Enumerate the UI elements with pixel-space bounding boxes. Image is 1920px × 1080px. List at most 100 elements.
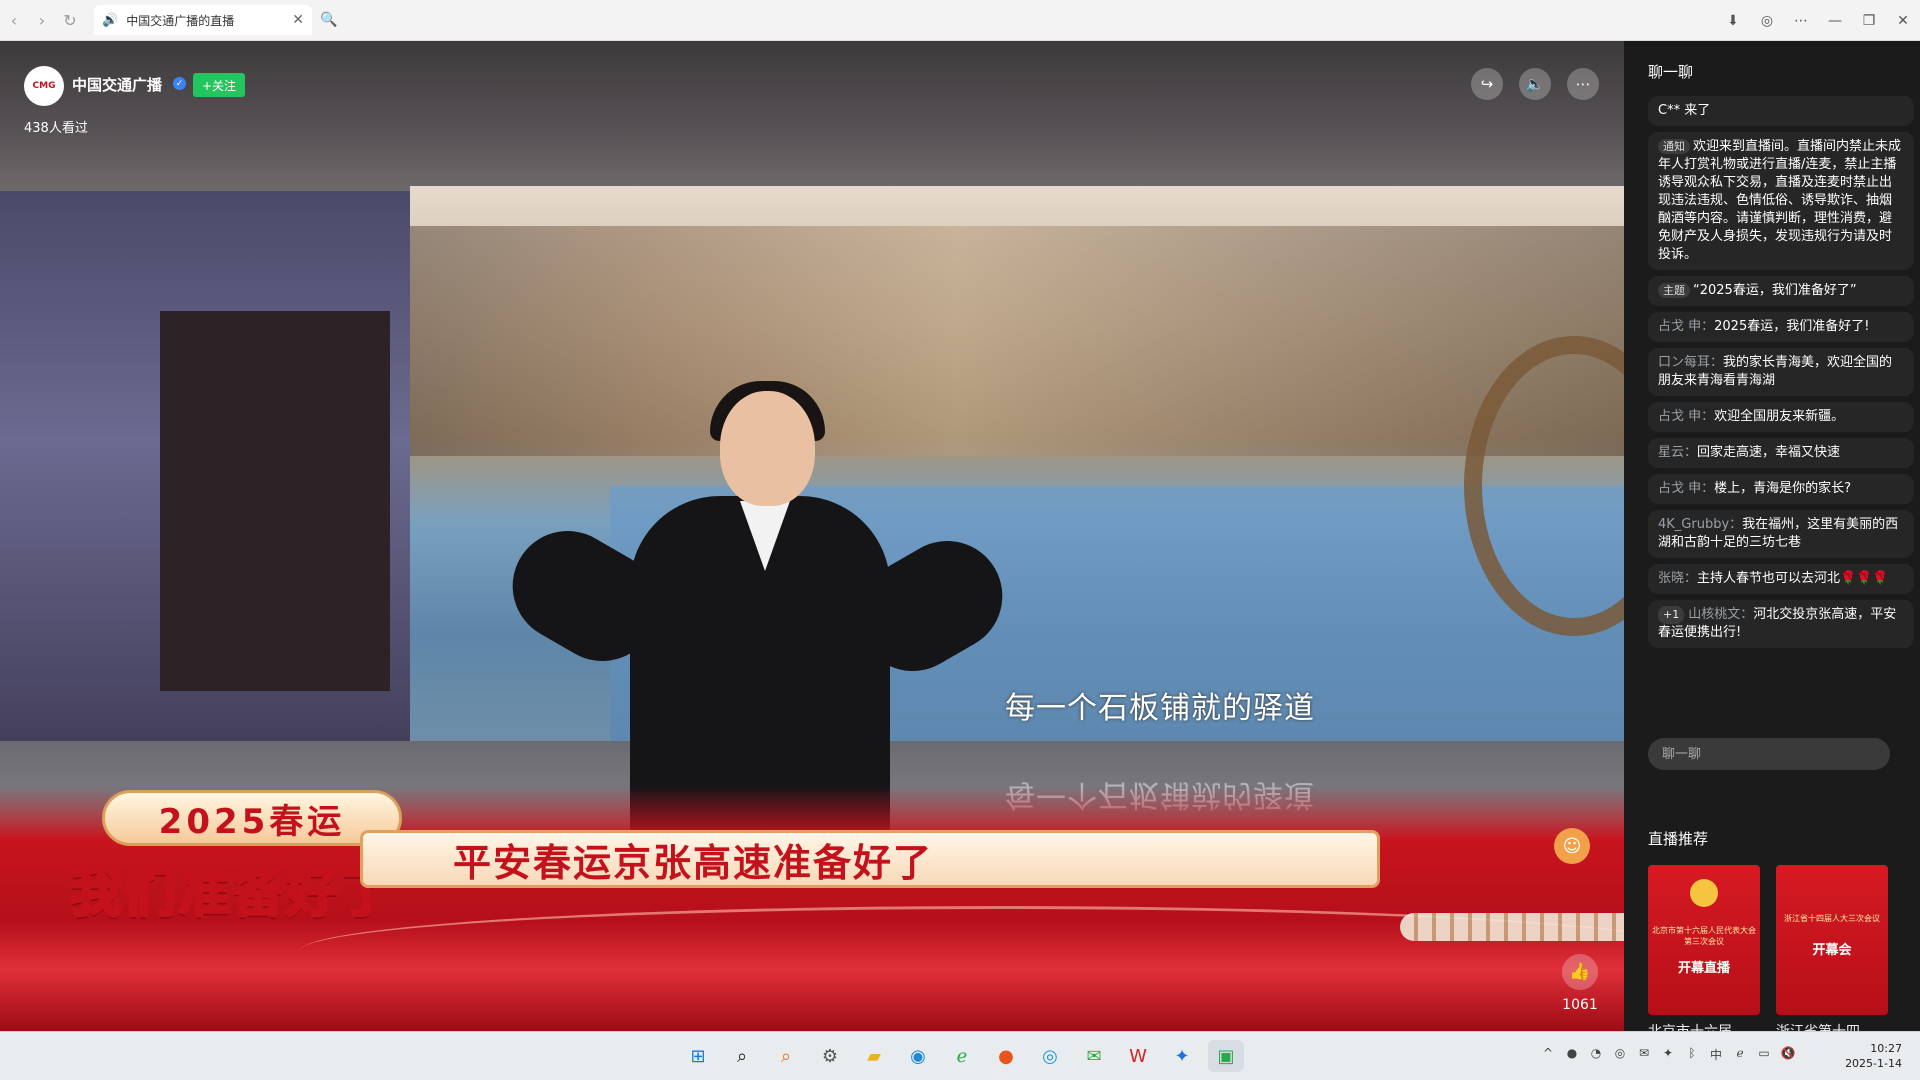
video-subtitle: 每一个石板铺就的驿道 — [1005, 691, 1315, 726]
follow-button[interactable]: +关注 — [193, 73, 245, 97]
forward-icon[interactable]: › — [28, 6, 56, 34]
reload-icon[interactable]: ↻ — [56, 6, 84, 34]
chat-text: “2025春运，我们准备好了” — [1693, 283, 1857, 298]
presenter-head — [720, 391, 815, 506]
channel-name[interactable]: 中国交通广播 — [72, 74, 162, 95]
chat-tag: 主题 — [1658, 283, 1690, 298]
clock-date: 2025-1-14 — [1845, 1057, 1902, 1070]
train-graphic — [1400, 913, 1624, 941]
chat-text: 楼上，青海是你的家长? — [1714, 481, 1852, 496]
tray-app-icon[interactable]: ◔ — [1584, 1046, 1608, 1063]
chat-username[interactable]: 星云： — [1658, 445, 1697, 460]
chat-username[interactable]: 4K_Grubby： — [1658, 517, 1742, 532]
volume-mute-icon[interactable]: 🔇 — [1776, 1046, 1800, 1063]
chat-username[interactable]: 占戈 申： — [1658, 409, 1714, 424]
window-controls: ⬇ ◎ ⋯ — ❐ ✕ — [1716, 0, 1920, 41]
recommend-card-text: 北京市第十六届人民代表大会第三次会议 — [1652, 926, 1756, 946]
more-options-icon[interactable]: ⋯ — [1567, 68, 1599, 100]
chat-username[interactable]: 张晓： — [1658, 571, 1697, 586]
system-tray: ^ ● ◔ ◎ ✉ ✦ ᛒ 中 ℯ ▭ 🔇 — [1536, 1046, 1800, 1063]
qq-browser-icon[interactable]: ◎ — [1032, 1040, 1068, 1072]
like-icon[interactable]: 👍 — [1562, 954, 1598, 990]
chat-text: 主持人春节也可以去河北🌹🌹🌹 — [1697, 571, 1889, 586]
minimize-icon[interactable]: — — [1818, 13, 1852, 29]
settings-gear-icon[interactable]: ⚙ — [812, 1040, 848, 1072]
back-icon[interactable]: ‹ — [0, 6, 28, 34]
clock[interactable]: 10:27 2025-1-14 — [1845, 1041, 1902, 1071]
search-icon[interactable]: 🔍 — [312, 5, 346, 35]
chat-tag: +1 — [1658, 606, 1685, 624]
spring-festival-badge: 2025春运 我们准备好了 — [62, 790, 402, 930]
chat-message: +1 山核桃文：河北交投京张高速，平安春运便携出行! — [1648, 600, 1914, 648]
taskbar: ⊞ ⌕ ⌕ ⚙ ▰ ◉ ℯ ● ◎ ✉ W ✦ ▣ ^ ● ◔ ◎ ✉ ✦ ᛒ … — [0, 1031, 1920, 1080]
tray-app-icon[interactable]: ✦ — [1656, 1046, 1680, 1063]
video-ceiling — [0, 41, 1624, 191]
search-icon[interactable]: ⌕ — [724, 1040, 760, 1072]
input-method-icon[interactable]: 中 — [1704, 1046, 1728, 1063]
download-icon[interactable]: ⬇ — [1716, 13, 1750, 29]
chat-message: 主题 “2025春运，我们准备好了” — [1648, 276, 1914, 306]
badge-bottom-text: 我们准备好了 — [68, 862, 394, 925]
speaker-icon[interactable]: 🔊 — [102, 13, 118, 28]
emblem-icon — [1690, 879, 1718, 907]
viewer-count: 438人看过 — [24, 121, 88, 136]
network-icon[interactable]: ▭ — [1752, 1046, 1776, 1063]
chat-username[interactable]: 口ン每耳： — [1658, 355, 1723, 370]
chat-list[interactable]: C** 来了 通知 欢迎来到直播间。直播间内禁止未成年人打赏礼物或进行直播/连麦，禁… — [1648, 96, 1914, 654]
wps-icon[interactable]: W — [1120, 1040, 1156, 1072]
recommend-title: 直播推荐 — [1648, 830, 1709, 848]
badge-top-text: 2025春运 — [102, 790, 402, 846]
recommend-card-text: 浙江省十四届人大三次会议 — [1784, 914, 1880, 923]
volume-icon[interactable]: 🔈 — [1519, 68, 1551, 100]
edge-browser-icon[interactable]: ◉ — [900, 1040, 936, 1072]
chat-text: 欢迎全国朋友来新疆。 — [1714, 409, 1845, 424]
chat-username[interactable]: 山核桃文： — [1688, 607, 1753, 622]
window-close-icon[interactable]: ✕ — [1886, 13, 1920, 29]
browser-tab[interactable]: 🔊 中国交通广播的直播 ✕ — [94, 5, 312, 35]
verified-icon: ✓ — [173, 77, 186, 90]
chevron-up-icon[interactable]: ^ — [1536, 1046, 1560, 1063]
chat-message: 口ン每耳：我的家长青海美，欢迎全国的朋友来青海看青海湖 — [1648, 348, 1914, 396]
tray-app-icon[interactable]: ℯ — [1728, 1046, 1752, 1063]
tab-title: 中国交通广播的直播 — [126, 13, 235, 28]
chat-message: 4K_Grubby：我在福州，这里有美丽的西湖和古韵十足的三坊七巷 — [1648, 510, 1914, 558]
tray-app-icon[interactable]: ✉ — [1632, 1046, 1656, 1063]
restore-icon[interactable]: ❐ — [1852, 13, 1886, 29]
tray-app-icon[interactable]: ● — [1560, 1046, 1584, 1063]
video-exhibit-panel — [160, 311, 390, 691]
recommend-card-sub: 开幕直播 — [1677, 961, 1730, 976]
chat-message: 张晓：主持人春节也可以去河北🌹🌹🌹 — [1648, 564, 1914, 594]
recommend-card[interactable]: 北京市第十六届人民代表大会第三次会议 开幕直播 — [1648, 865, 1760, 1015]
feishu-icon[interactable]: ✦ — [1164, 1040, 1200, 1072]
chat-text: 欢迎来到直播间。直播间内禁止未成年人打赏礼物或进行直播/连麦，禁止主播诱导观众私… — [1658, 139, 1902, 262]
chat-tag: 通知 — [1658, 139, 1690, 154]
more-icon[interactable]: ⋯ — [1784, 13, 1818, 29]
folder-icon[interactable]: ▰ — [856, 1040, 892, 1072]
avatar[interactable]: CMG — [24, 66, 64, 106]
chat-username[interactable]: 占戈 申： — [1658, 319, 1714, 334]
chat-sidebar: 聊一聊 C** 来了 通知 欢迎来到直播间。直播间内禁止未成年人打赏礼物或进行直播/… — [1624, 41, 1920, 1040]
globe-icon[interactable]: ◎ — [1750, 13, 1784, 29]
chat-username[interactable]: 占戈 申： — [1658, 481, 1714, 496]
wechat-icon[interactable]: ✉ — [1076, 1040, 1112, 1072]
firefox-icon[interactable]: ● — [988, 1040, 1024, 1072]
windows-start-icon[interactable]: ⊞ — [680, 1040, 716, 1072]
chat-message: 通知 欢迎来到直播间。直播间内禁止未成年人打赏礼物或进行直播/连麦，禁止主播诱导观… — [1648, 132, 1914, 270]
like-count: 1061 — [1562, 997, 1598, 1013]
recommend-card[interactable]: 浙江省十四届人大三次会议 开幕会 — [1776, 865, 1888, 1015]
share-icon[interactable]: ↪ — [1471, 68, 1503, 100]
remote-desktop-icon[interactable]: ▣ — [1208, 1040, 1244, 1072]
chat-input[interactable] — [1648, 738, 1890, 770]
chat-text: C** 来了 — [1658, 103, 1711, 118]
ie-browser-icon[interactable]: ℯ — [944, 1040, 980, 1072]
video-exhibit — [0, 191, 420, 811]
close-icon[interactable]: ✕ — [292, 12, 304, 28]
headline-banner: 平安春运京张高速准备好了 — [360, 830, 1380, 888]
bluetooth-icon[interactable]: ᛒ — [1680, 1046, 1704, 1063]
tray-app-icon[interactable]: ◎ — [1608, 1046, 1632, 1063]
chat-text: 回家走高速，幸福又快速 — [1697, 445, 1841, 460]
chat-message: 占戈 申：楼上，青海是你的家长? — [1648, 474, 1914, 504]
search-app-icon[interactable]: ⌕ — [768, 1040, 804, 1072]
browser-toolbar: ‹ › ↻ 🔊 中国交通广播的直播 ✕ 🔍 ⬇ ◎ ⋯ — ❐ ✕ — [0, 0, 1920, 41]
recommend-card-sub: 开幕会 — [1812, 943, 1852, 958]
